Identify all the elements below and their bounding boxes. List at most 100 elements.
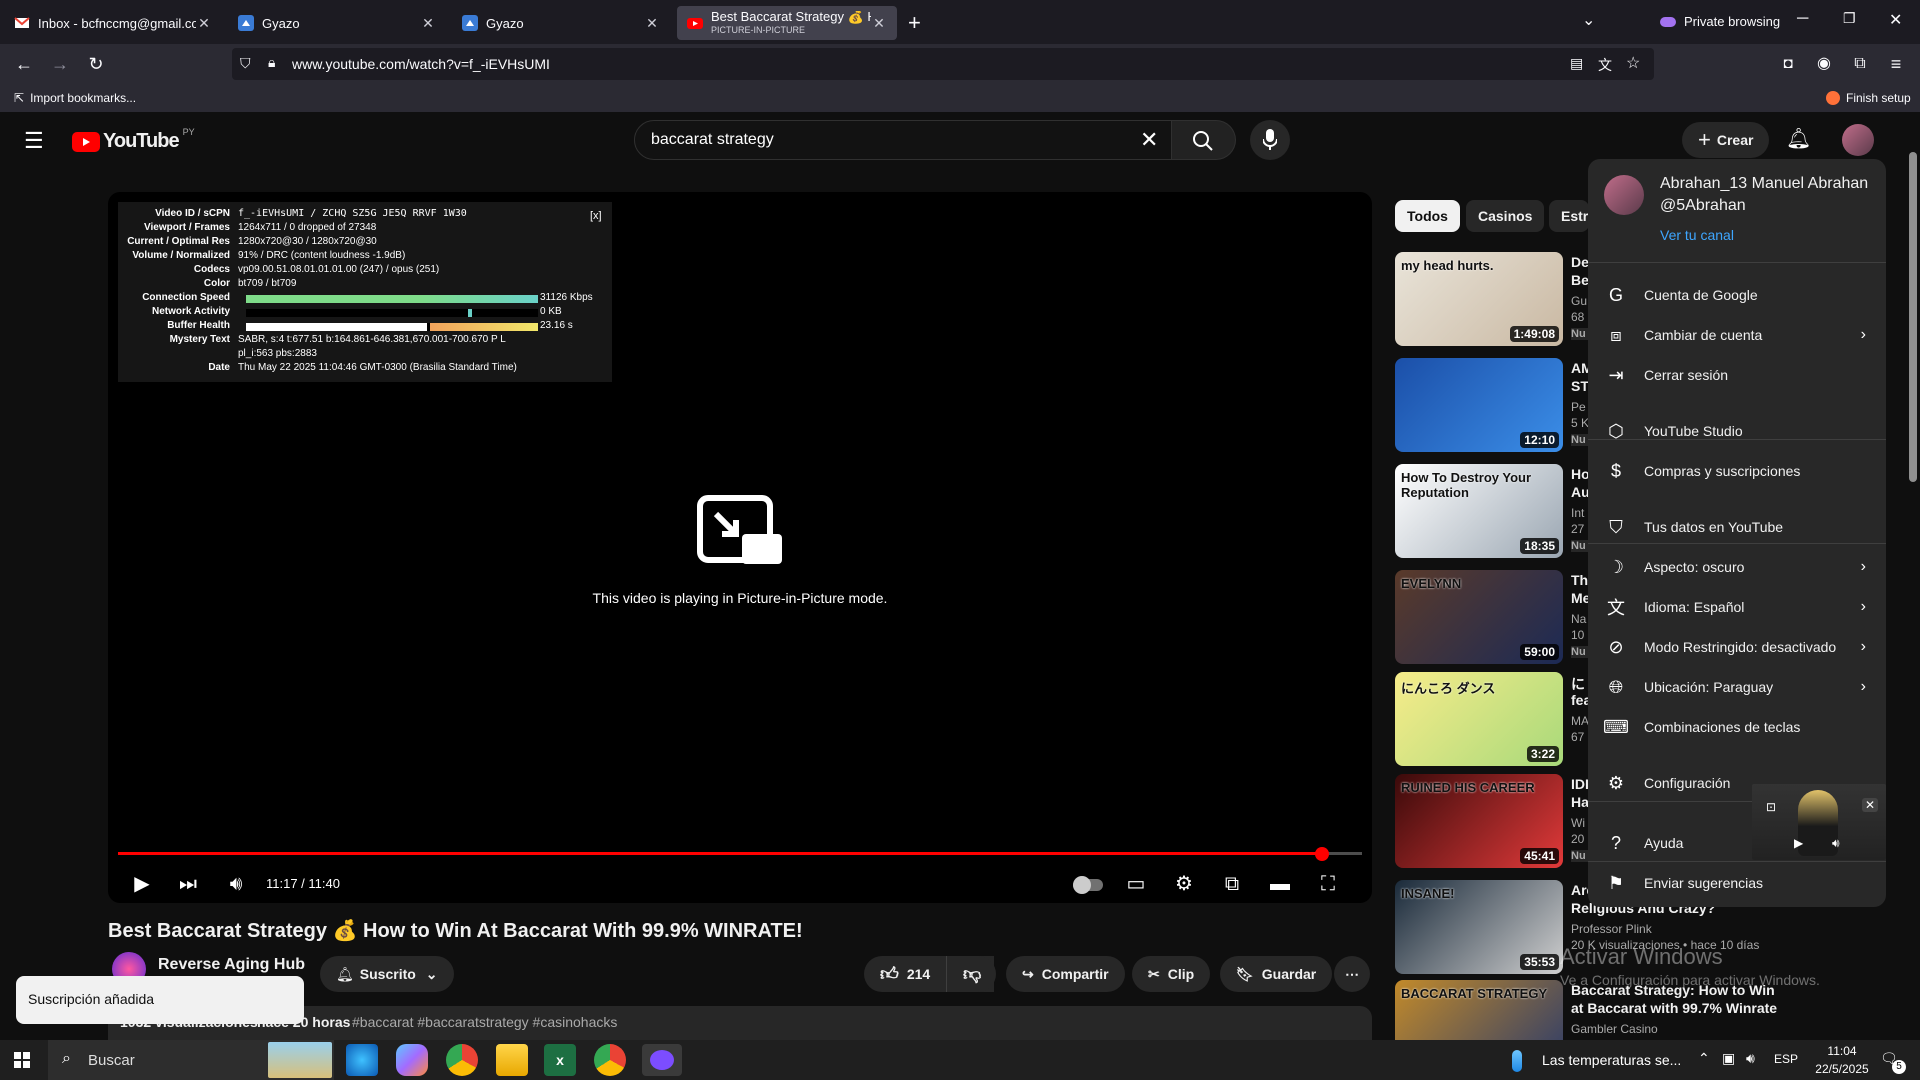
back-icon[interactable]: ← bbox=[12, 52, 36, 76]
network-icon[interactable]: ▣ bbox=[1722, 1050, 1735, 1067]
windows-start-icon[interactable] bbox=[14, 1052, 30, 1068]
recommendation-thumbnail[interactable]: INSANE! 35:53 bbox=[1395, 880, 1563, 974]
menu-item-your-data[interactable]: ⛉ Tus datos en YouTube bbox=[1588, 507, 1886, 547]
tab-close-icon[interactable]: ✕ bbox=[644, 15, 660, 32]
pip-volume-icon[interactable]: 🔊︎ bbox=[1832, 836, 1840, 851]
tab-close-icon[interactable]: ✕ bbox=[420, 15, 436, 32]
clip-button[interactable]: ✂ Clip bbox=[1132, 956, 1211, 992]
chip-casinos[interactable]: Casinos bbox=[1466, 200, 1545, 232]
more-actions-button[interactable]: ⋯ bbox=[1334, 956, 1370, 992]
excel-icon[interactable]: x bbox=[544, 1044, 576, 1076]
import-bookmarks-button[interactable]: ⇱ Import bookmarks... bbox=[14, 91, 136, 105]
subscribed-button[interactable]: 🔔︎ Suscrito ⌄ bbox=[320, 956, 454, 992]
menu-item-feedback[interactable]: ⚑ Enviar sugerencias bbox=[1588, 863, 1886, 903]
speaker-icon[interactable]: 🔊︎ bbox=[1746, 1050, 1755, 1067]
tab-gyazo-2[interactable]: Gyazo ✕ bbox=[452, 6, 670, 40]
new-tab-icon[interactable]: + bbox=[908, 10, 921, 36]
finish-setup-button[interactable]: Finish setup bbox=[1826, 91, 1911, 105]
pip-close-icon[interactable]: ✕ bbox=[1862, 798, 1878, 812]
avatar[interactable] bbox=[1842, 124, 1874, 156]
recommendation-channel[interactable]: Professor Plink bbox=[1571, 922, 1791, 936]
clear-search-icon[interactable]: ✕ bbox=[1140, 127, 1158, 153]
forward-icon[interactable]: → bbox=[48, 52, 72, 76]
account-icon[interactable]: ◉ bbox=[1812, 52, 1836, 76]
view-channel-link[interactable]: Ver tu canal bbox=[1660, 227, 1734, 243]
dislike-button[interactable]: 👎︎ bbox=[946, 956, 996, 992]
menu-item-appearance[interactable]: ☽ Aspecto: oscuro › bbox=[1588, 547, 1886, 587]
pocket-icon[interactable]: ◘ bbox=[1776, 52, 1800, 76]
tab-gyazo-1[interactable]: Gyazo ✕ bbox=[228, 6, 446, 40]
menu-item-switch-account[interactable]: ⧈ Cambiar de cuenta › bbox=[1588, 315, 1886, 355]
url-bar[interactable]: ⛉ 🔒︎ www.youtube.com/watch?v=f_-iEVHsUMI… bbox=[232, 48, 1654, 80]
tab-youtube-active[interactable]: Best Baccarat Strategy 💰 How PICTURE-IN-… bbox=[677, 6, 897, 40]
menu-item-language[interactable]: 文 Idioma: Español › bbox=[1588, 587, 1886, 627]
restore-icon[interactable]: ❐ bbox=[1843, 10, 1856, 27]
hamburger-menu-icon[interactable]: ☰ bbox=[24, 128, 44, 154]
menu-item-studio[interactable]: ⬡ YouTube Studio bbox=[1588, 411, 1886, 451]
recommendation-thumbnail[interactable]: BACCARAT STRATEGY bbox=[1395, 980, 1563, 1040]
clock-time[interactable]: 11:04 bbox=[1810, 1044, 1874, 1058]
youtube-logo[interactable]: YouTube PY bbox=[72, 127, 195, 153]
tab-close-icon[interactable]: ✕ bbox=[871, 15, 887, 32]
search-input[interactable]: baccarat strategy bbox=[651, 131, 774, 149]
settings-gear-icon[interactable]: ⚙ bbox=[1166, 866, 1202, 902]
recommendation-thumbnail[interactable]: RUINED HIS CAREER 45:41 bbox=[1395, 774, 1563, 868]
menu-item-location[interactable]: 🌐︎ Ubicación: Paraguay › bbox=[1588, 667, 1886, 707]
extensions-icon[interactable]: ⧉ bbox=[1848, 52, 1872, 76]
translate-icon[interactable]: 文 bbox=[1598, 55, 1612, 75]
file-explorer-icon[interactable] bbox=[496, 1044, 528, 1076]
next-icon[interactable]: ⏭︎ bbox=[170, 866, 206, 902]
notifications-bell-icon[interactable]: 🔔︎ bbox=[1786, 126, 1811, 151]
chip-strategy[interactable]: Estra bbox=[1549, 200, 1589, 232]
tab-gmail[interactable]: Inbox - bcfnccmg@gmail.com - ✕ bbox=[4, 6, 222, 40]
firefox-private-icon[interactable] bbox=[642, 1044, 682, 1076]
weather-widget[interactable]: Las temperaturas se... bbox=[1542, 1052, 1681, 1068]
share-button[interactable]: ↪ Compartir bbox=[1006, 956, 1125, 992]
recommendation-title-line2[interactable]: at Baccarat with 99.7% Winrate bbox=[1571, 1000, 1791, 1016]
bookmark-star-icon[interactable]: ☆ bbox=[1626, 53, 1640, 73]
channel-name[interactable]: Reverse Aging Hub bbox=[158, 956, 305, 974]
chrome-icon[interactable] bbox=[446, 1044, 478, 1076]
menu-item-keyboard[interactable]: ⌨ Combinaciones de teclas bbox=[1588, 707, 1886, 747]
url-text[interactable]: www.youtube.com/watch?v=f_-iEVHsUMI bbox=[292, 56, 550, 72]
tray-chevron-icon[interactable]: ⌃ bbox=[1698, 1050, 1710, 1067]
search-button[interactable] bbox=[1172, 120, 1236, 160]
recommendation-thumbnail[interactable]: 12:10 bbox=[1395, 358, 1563, 452]
video-player[interactable]: [x] Video ID / sCPN f_-iEVHsUMI / ZCHQ SZ… bbox=[108, 192, 1372, 903]
minimize-icon[interactable]: ─ bbox=[1797, 10, 1808, 28]
tab-close-icon[interactable]: ✕ bbox=[196, 15, 212, 32]
pip-window[interactable]: ⊡ ✕ ▶ 🔊︎ bbox=[1752, 784, 1886, 860]
clock-date[interactable]: 22/5/2025 bbox=[1806, 1062, 1878, 1076]
menu-item-google[interactable]: G Cuenta de Google bbox=[1588, 275, 1886, 315]
theater-mode-icon[interactable]: ▬ bbox=[1262, 866, 1298, 902]
reader-view-icon[interactable]: ▤ bbox=[1570, 55, 1583, 72]
miniplayer-icon[interactable]: ⧉ bbox=[1214, 866, 1250, 902]
list-tabs-icon[interactable]: ⌄ bbox=[1582, 10, 1595, 30]
recommendation-thumbnail[interactable]: にんころ ダンス 3:22 bbox=[1395, 672, 1563, 766]
app-menu-icon[interactable]: ≡ bbox=[1884, 52, 1908, 76]
scrollbar-thumb[interactable] bbox=[1909, 152, 1917, 482]
hashtags[interactable]: #baccarat #baccaratstrategy #casinohacks bbox=[352, 1014, 617, 1030]
shield-icon[interactable]: ⛉ bbox=[240, 55, 251, 72]
lock-icon[interactable]: 🔒︎ bbox=[268, 54, 275, 71]
autoplay-toggle[interactable] bbox=[1070, 866, 1106, 902]
language-indicator[interactable]: ESP bbox=[1774, 1052, 1798, 1066]
page-scrollbar[interactable] bbox=[1906, 112, 1920, 1040]
menu-item-restricted[interactable]: ⊘ Modo Restringido: desactivado › bbox=[1588, 627, 1886, 667]
menu-item-sign-out[interactable]: ⇥ Cerrar sesión bbox=[1588, 355, 1886, 395]
recommendation-thumbnail[interactable]: my head hurts. 1:49:08 bbox=[1395, 252, 1563, 346]
close-window-icon[interactable]: ✕ bbox=[1889, 10, 1902, 30]
volume-icon[interactable]: 🔊︎ bbox=[218, 866, 254, 902]
menu-item-purchases[interactable]: $ Compras y suscripciones bbox=[1588, 451, 1886, 491]
search-box[interactable]: baccarat strategy ✕ bbox=[634, 120, 1172, 160]
recommendation-thumbnail[interactable]: EVELYNN 59:00 bbox=[1395, 570, 1563, 664]
pip-return-icon[interactable]: ⊡ bbox=[1766, 800, 1776, 814]
pip-play-icon[interactable]: ▶ bbox=[1794, 836, 1803, 850]
chrome-icon-2[interactable] bbox=[594, 1044, 626, 1076]
edge-icon[interactable] bbox=[346, 1044, 378, 1076]
reload-icon[interactable]: ↻ bbox=[84, 52, 108, 76]
subtitles-icon[interactable]: ▭ bbox=[1118, 866, 1154, 902]
fullscreen-icon[interactable]: ⛶ bbox=[1310, 866, 1346, 902]
recommendation-thumbnail[interactable]: How To Destroy Your Reputation 18:35 bbox=[1395, 464, 1563, 558]
taskbar-search[interactable]: ⌕ Buscar bbox=[48, 1040, 334, 1080]
